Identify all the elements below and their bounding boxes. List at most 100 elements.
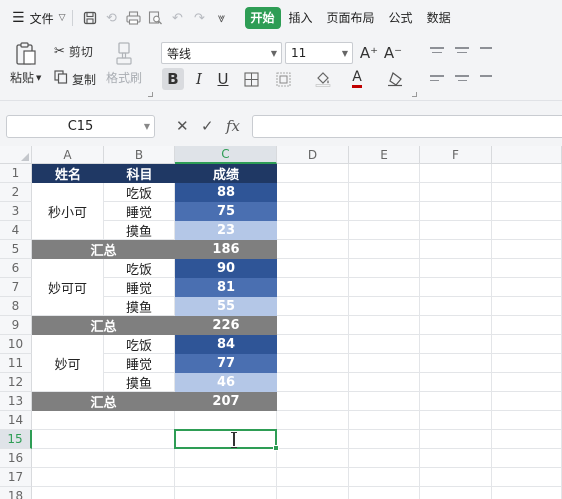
file-menu[interactable]: ☰ 文件 ▽ xyxy=(12,10,66,27)
column-header-b[interactable]: B xyxy=(104,146,175,164)
grow-font-button[interactable]: A⁺ xyxy=(358,42,380,64)
header-name[interactable]: 姓名 xyxy=(32,164,104,183)
align-right-icon[interactable] xyxy=(480,72,498,86)
underline-button[interactable]: U xyxy=(212,68,234,90)
total-label-cell[interactable]: 汇总 xyxy=(32,316,175,335)
row-header-16[interactable]: 16 xyxy=(0,449,32,468)
borders-button[interactable] xyxy=(240,68,262,90)
tab-formulas[interactable]: 公式 xyxy=(383,7,419,29)
subject-cell[interactable]: 睡觉 xyxy=(104,354,175,373)
align-middle-icon[interactable] xyxy=(455,44,473,58)
subject-cell[interactable]: 吃饭 xyxy=(104,183,175,202)
subject-cell[interactable]: 睡觉 xyxy=(104,202,175,221)
row-header-6[interactable]: 6 xyxy=(0,259,32,278)
subject-cell[interactable]: 摸鱼 xyxy=(104,373,175,392)
insert-function-icon[interactable]: fx xyxy=(226,117,240,135)
align-bottom-icon[interactable] xyxy=(480,44,498,58)
clipboard-group-launcher-icon[interactable] xyxy=(148,92,153,97)
column-header-e[interactable]: E xyxy=(349,146,420,164)
print-preview-icon[interactable] xyxy=(145,7,167,29)
subject-cell[interactable]: 摸鱼 xyxy=(104,221,175,240)
row-header-9[interactable]: 9 xyxy=(0,316,32,335)
column-header-c[interactable]: C xyxy=(175,146,277,164)
shrink-font-button[interactable]: A⁻ xyxy=(382,42,404,64)
score-cell[interactable]: 77 xyxy=(175,354,277,373)
align-center-icon[interactable] xyxy=(455,72,473,86)
quick-access-dropdown-icon[interactable]: ⩔ xyxy=(211,7,233,29)
name-cell[interactable]: 妙可 xyxy=(32,335,104,392)
bold-button[interactable]: B xyxy=(162,68,184,90)
subject-cell[interactable]: 睡觉 xyxy=(104,278,175,297)
row-header-4[interactable]: 4 xyxy=(0,221,32,240)
save-icon[interactable] xyxy=(79,7,101,29)
row-header-13[interactable]: 13 xyxy=(0,392,32,411)
row-header-14[interactable]: 14 xyxy=(0,411,32,430)
row-header-12[interactable]: 12 xyxy=(0,373,32,392)
row-header-17[interactable]: 17 xyxy=(0,468,32,487)
confirm-icon[interactable]: ✓ xyxy=(201,117,214,135)
row-header-10[interactable]: 10 xyxy=(0,335,32,354)
cell-style-button[interactable] xyxy=(272,68,294,90)
clear-format-button[interactable] xyxy=(384,68,406,90)
select-all-corner[interactable] xyxy=(0,146,32,164)
header-subject[interactable]: 科目 xyxy=(104,164,175,183)
redo-icon[interactable]: ↷ xyxy=(189,7,211,29)
format-painter-button[interactable]: 格式刷 xyxy=(106,42,142,86)
font-size-select[interactable]: 11 ▼ xyxy=(285,42,353,64)
subject-cell[interactable]: 吃饭 xyxy=(104,259,175,278)
total-value-cell[interactable]: 186 xyxy=(175,240,277,259)
tab-insert[interactable]: 插入 xyxy=(283,7,319,29)
print-icon[interactable] xyxy=(123,7,145,29)
font-name-select[interactable]: 等线 ▼ xyxy=(161,42,282,64)
row-header-15[interactable]: 15 xyxy=(0,430,32,449)
format-copy-icon[interactable]: ⟲ xyxy=(101,7,123,29)
copy-button[interactable]: 复制 xyxy=(54,70,96,88)
name-cell[interactable]: 秒小可 xyxy=(32,183,104,240)
tab-page-layout[interactable]: 页面布局 xyxy=(321,7,381,29)
name-box[interactable]: C15 ▼ xyxy=(6,115,155,138)
active-cell-selection[interactable] xyxy=(174,429,279,451)
row-header-2[interactable]: 2 xyxy=(0,183,32,202)
score-cell[interactable]: 84 xyxy=(175,335,277,354)
row-header-3[interactable]: 3 xyxy=(0,202,32,221)
row-header-11[interactable]: 11 xyxy=(0,354,32,373)
cancel-icon[interactable]: ✕ xyxy=(176,117,189,135)
total-label-cell[interactable]: 汇总 xyxy=(32,240,175,259)
column-header-d[interactable]: D xyxy=(277,146,349,164)
subject-cell[interactable]: 摸鱼 xyxy=(104,297,175,316)
column-header-a[interactable]: A xyxy=(32,146,104,164)
subject-cell[interactable]: 吃饭 xyxy=(104,335,175,354)
total-value-cell[interactable]: 207 xyxy=(175,392,277,411)
score-cell[interactable]: 55 xyxy=(175,297,277,316)
font-color-button[interactable]: A xyxy=(346,68,368,90)
paste-button[interactable]: 粘贴 ▼ xyxy=(10,42,41,86)
row-header-7[interactable]: 7 xyxy=(0,278,32,297)
cut-button[interactable]: ✂ 剪切 xyxy=(54,43,93,60)
italic-button[interactable]: I xyxy=(188,68,210,90)
row-header-18[interactable]: 18 xyxy=(0,487,32,499)
total-value-cell[interactable]: 226 xyxy=(175,316,277,335)
fill-handle[interactable] xyxy=(273,445,279,451)
align-top-icon[interactable] xyxy=(430,44,448,58)
undo-icon[interactable]: ↶ xyxy=(167,7,189,29)
row-header-5[interactable]: 5 xyxy=(0,240,32,259)
name-cell[interactable]: 妙可可 xyxy=(32,259,104,316)
tab-home[interactable]: 开始 xyxy=(244,7,281,29)
align-left-icon[interactable] xyxy=(430,72,448,86)
score-cell[interactable]: 81 xyxy=(175,278,277,297)
total-label-cell[interactable]: 汇总 xyxy=(32,392,175,411)
score-cell[interactable]: 90 xyxy=(175,259,277,278)
column-header-f[interactable]: F xyxy=(420,146,492,164)
score-cell[interactable]: 75 xyxy=(175,202,277,221)
worksheet-grid[interactable]: A B C D E F 1 2 3 4 5 6 7 8 9 10 11 12 13 14 15 16 17 18 姓名 科目 成绩秒… xyxy=(0,146,562,499)
tab-data[interactable]: 数据 xyxy=(421,7,457,29)
font-group-launcher-icon[interactable] xyxy=(412,92,417,97)
header-score[interactable]: 成绩 xyxy=(175,164,277,183)
score-cell[interactable]: 46 xyxy=(175,373,277,392)
row-header-1[interactable]: 1 xyxy=(0,164,32,183)
row-header-8[interactable]: 8 xyxy=(0,297,32,316)
fill-color-button[interactable] xyxy=(312,68,334,90)
formula-input[interactable] xyxy=(252,115,562,138)
score-cell[interactable]: 88 xyxy=(175,183,277,202)
score-cell[interactable]: 23 xyxy=(175,221,277,240)
